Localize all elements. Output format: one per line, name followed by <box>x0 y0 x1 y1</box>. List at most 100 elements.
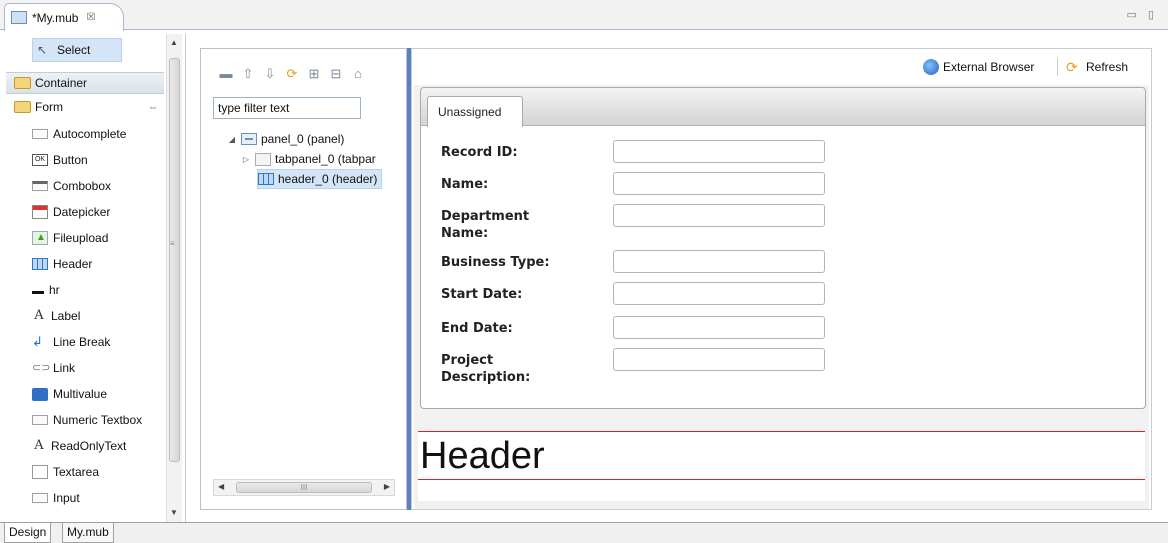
palette-item-hr[interactable]: hr <box>32 278 60 302</box>
tabpanel-icon <box>255 152 271 166</box>
tree-item-label: tabpanel_0 (tabpar <box>275 152 376 166</box>
department-name-input[interactable] <box>613 204 825 227</box>
collapse-icon[interactable]: ▬ <box>219 67 233 81</box>
window-controls[interactable]: ▭ ▯ <box>1126 8 1158 21</box>
hr-icon <box>32 291 44 294</box>
tree-item-label: panel_0 (panel) <box>261 132 345 146</box>
scroll-left-icon[interactable]: ◀ <box>218 482 224 491</box>
palette-item-label: Textarea <box>53 465 100 479</box>
preview-canvas: Unassigned Record ID: Name: Department N… <box>414 85 1149 509</box>
palette-item-line-break[interactable]: ↲ Line Break <box>32 330 110 354</box>
outline-horizontal-scrollbar[interactable]: ◀ III ▶ <box>213 479 395 496</box>
scroll-down-icon[interactable]: ▼ <box>170 508 178 517</box>
palette: ↖ Select Container Form ⇔ Autocomplete O… <box>6 34 186 522</box>
drawer-label: Form <box>35 100 63 114</box>
palette-item-label: Autocomplete <box>53 127 127 141</box>
header-widget[interactable]: Header <box>418 431 1145 501</box>
editor-tab-bar: *My.mub ☒ ▭ ▯ <box>0 0 1168 31</box>
header-rule-bottom <box>418 479 1145 480</box>
pin-drawer-icon[interactable]: ⇔ <box>148 102 158 113</box>
palette-item-multivalue[interactable]: Multivalue <box>32 382 107 406</box>
sync-icon[interactable]: ⟳ <box>285 67 299 81</box>
palette-item-autocomplete[interactable]: Autocomplete <box>32 122 126 146</box>
palette-item-label: Datepicker <box>53 205 111 219</box>
palette-item-datepicker[interactable]: Datepicker <box>32 200 110 224</box>
palette-item-header[interactable]: Header <box>32 252 92 276</box>
field-label-start-date: Start Date: <box>441 287 523 302</box>
numeric-textbox-icon <box>32 415 48 425</box>
folder-open-icon <box>14 101 31 113</box>
name-input[interactable] <box>613 172 825 195</box>
move-up-icon[interactable]: ⇧ <box>241 67 255 81</box>
home-icon[interactable]: ⌂ <box>351 67 365 81</box>
palette-item-label: Header <box>53 257 93 271</box>
palette-vertical-scrollbar[interactable]: ▲ ≡ ▼ <box>166 34 182 522</box>
palette-item-button[interactable]: OK Button <box>32 148 88 172</box>
tab-my-mub-source[interactable]: My.mub <box>62 523 114 543</box>
palette-item-label: Input <box>53 491 80 505</box>
scroll-thumb[interactable] <box>169 58 180 462</box>
close-tab-icon[interactable]: ☒ <box>86 12 95 23</box>
folder-icon <box>14 77 31 89</box>
palette-item-numeric-textbox[interactable]: Numeric Textbox <box>32 408 142 432</box>
textarea-icon <box>32 465 48 479</box>
field-label-project-description: Project Description: <box>441 353 531 385</box>
collapse-all-icon[interactable]: ⊟ <box>329 67 343 81</box>
tree-item-header-0[interactable]: header_0 (header) <box>257 169 383 189</box>
mub-file-icon <box>11 11 27 24</box>
scroll-up-icon[interactable]: ▲ <box>170 38 178 47</box>
palette-item-label: Numeric Textbox <box>53 413 143 427</box>
external-browser-button[interactable]: External Browser <box>923 59 1034 75</box>
palette-item-fileupload[interactable]: Fileupload <box>32 226 108 250</box>
palette-drawer-form[interactable]: Form ⇔ <box>6 96 164 118</box>
drawer-label: Container <box>35 76 88 90</box>
palette-item-textarea[interactable]: Textarea <box>32 460 99 484</box>
filter-input[interactable] <box>213 97 361 119</box>
readonlytext-icon: A <box>34 438 44 453</box>
multivalue-icon <box>32 387 48 401</box>
header-icon <box>32 258 48 270</box>
field-label-business-type: Business Type: <box>441 255 550 270</box>
field-label-name: Name: <box>441 177 489 192</box>
palette-item-input[interactable]: Input <box>32 486 80 510</box>
outline-panel: ▬ ⇧ ⇩ ⟳ ⊞ ⊟ ⌂ ◢ panel_0 (panel) ▷ tabpan… <box>200 48 407 510</box>
end-date-input[interactable] <box>613 316 825 339</box>
scroll-thumb[interactable]: III <box>236 482 372 493</box>
tab-design[interactable]: Design <box>4 523 52 543</box>
external-browser-label: External Browser <box>943 60 1035 74</box>
expand-toggle-icon[interactable]: ◢ <box>227 135 237 144</box>
scroll-right-icon[interactable]: ▶ <box>384 482 390 491</box>
button-icon: OK <box>32 154 48 166</box>
cursor-arrow-icon: ↖ <box>37 43 48 57</box>
editor-tab-my-mub[interactable]: *My.mub ☒ <box>4 3 124 31</box>
combobox-icon <box>32 181 48 191</box>
palette-item-link[interactable]: ⊂⊃ Link <box>32 356 75 380</box>
move-down-icon[interactable]: ⇩ <box>263 67 277 81</box>
tree-item-tabpanel-0[interactable]: ▷ tabpanel_0 (tabpar <box>241 149 376 169</box>
header-rule-top <box>418 431 1145 432</box>
expand-all-icon[interactable]: ⊞ <box>307 67 321 81</box>
business-type-input[interactable] <box>613 250 825 273</box>
datepicker-icon <box>32 205 48 219</box>
palette-select-tool[interactable]: ↖ Select <box>32 38 122 62</box>
refresh-button[interactable]: ⟳ Refresh <box>1066 59 1128 75</box>
palette-item-label: hr <box>49 283 60 297</box>
palette-item-label: Line Break <box>53 335 111 349</box>
palette-item-label: ReadOnlyText <box>51 439 127 453</box>
record-id-input[interactable] <box>613 140 825 163</box>
start-date-input[interactable] <box>613 282 825 305</box>
palette-drawer-container[interactable]: Container <box>6 72 164 94</box>
tab-unassigned[interactable]: Unassigned <box>427 96 523 127</box>
palette-item-readonlytext[interactable]: A ReadOnlyText <box>32 434 126 458</box>
palette-item-label[interactable]: A Label <box>32 304 80 328</box>
link-icon: ⊂⊃ <box>32 362 51 374</box>
expand-toggle-icon[interactable]: ▷ <box>241 155 251 164</box>
tree-item-panel-0[interactable]: ◢ panel_0 (panel) <box>227 129 344 149</box>
preview-toolbar: External Browser ⟳ Refresh <box>412 49 1151 85</box>
toolbar-separator <box>1057 58 1058 76</box>
autocomplete-icon <box>32 129 48 139</box>
palette-item-combobox[interactable]: Combobox <box>32 174 111 198</box>
project-description-input[interactable] <box>613 348 825 371</box>
field-label-record-id: Record ID: <box>441 145 518 160</box>
panel-icon <box>241 133 257 145</box>
